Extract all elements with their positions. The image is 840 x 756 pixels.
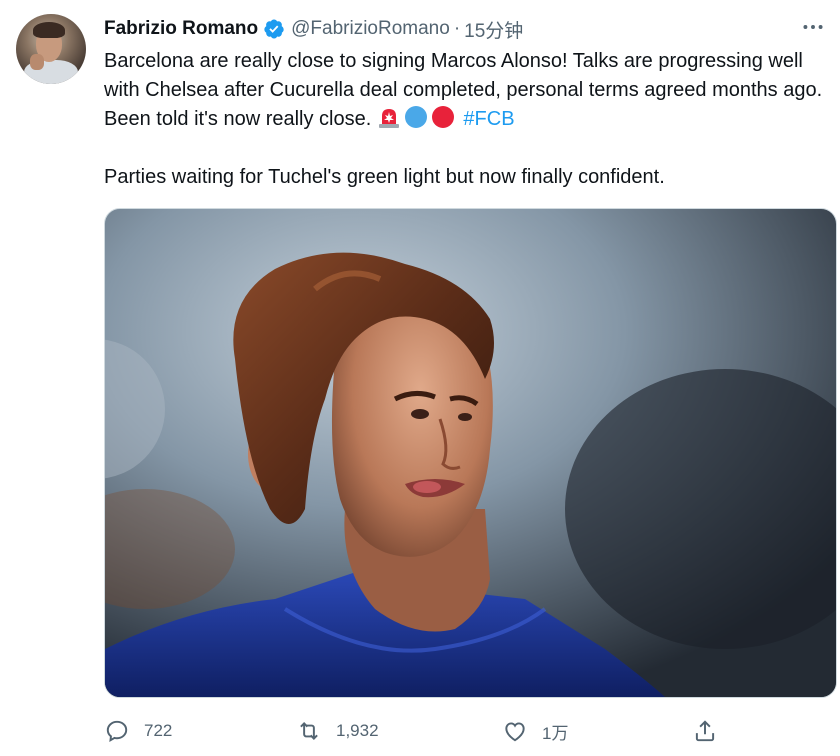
tweet-paragraph-1: Barcelona are really close to signing Ma… bbox=[104, 47, 824, 134]
tweet-timestamp[interactable]: 15分钟 bbox=[464, 16, 523, 43]
like-count: 1万 bbox=[542, 723, 569, 743]
tweet-header: Fabrizio Romano @FabrizioRomano · 15分钟 bbox=[104, 14, 523, 44]
tweet-actions: 722 1,932 1万 bbox=[104, 712, 724, 750]
reply-button[interactable]: 722 bbox=[104, 712, 172, 750]
siren-emoji bbox=[377, 105, 401, 129]
tweet[interactable]: Fabrizio Romano @FabrizioRomano · 15分钟 B… bbox=[0, 0, 840, 756]
reply-count: 722 bbox=[144, 721, 173, 740]
separator-dot: · bbox=[453, 18, 461, 39]
retweet-button[interactable]: 1,932 bbox=[296, 712, 379, 750]
tweet-text: Barcelona are really close to signing Ma… bbox=[104, 47, 824, 192]
red-circle-emoji bbox=[431, 105, 455, 129]
more-horizontal-icon[interactable] bbox=[800, 14, 826, 40]
heart-icon bbox=[502, 718, 528, 744]
tweet-photo[interactable] bbox=[104, 208, 837, 698]
retweet-icon bbox=[296, 718, 322, 744]
hashtag-link[interactable]: #FCB bbox=[463, 108, 514, 130]
blue-circle-emoji bbox=[404, 105, 428, 129]
reply-icon bbox=[104, 718, 130, 744]
author-name[interactable]: Fabrizio Romano bbox=[104, 18, 258, 40]
like-button[interactable]: 1万 bbox=[502, 712, 568, 750]
author-handle[interactable]: @FabrizioRomano bbox=[291, 18, 450, 40]
retweet-count: 1,932 bbox=[336, 721, 379, 740]
share-button[interactable] bbox=[692, 712, 732, 750]
avatar[interactable] bbox=[16, 14, 86, 84]
share-icon bbox=[692, 718, 718, 744]
tweet-paragraph-2: Parties waiting for Tuchel's green light… bbox=[104, 166, 665, 188]
verified-badge-icon bbox=[263, 18, 285, 40]
player-photo bbox=[105, 209, 836, 697]
